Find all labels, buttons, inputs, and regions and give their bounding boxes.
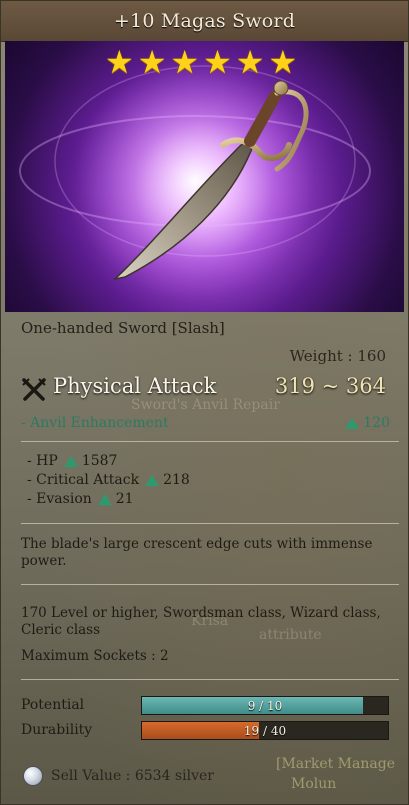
- item-artwork: ★ ★ ★ ★ ★ ★: [5, 41, 404, 312]
- physical-attack-label: Physical Attack: [53, 374, 217, 398]
- star-icon: ★: [105, 43, 134, 81]
- divider: [21, 523, 399, 524]
- sell-value-text: Sell Value : 6534 silver: [51, 768, 214, 784]
- physical-attack-value: 319 ~ 364: [274, 374, 386, 398]
- item-type: One-handed Sword [Slash]: [21, 319, 225, 337]
- silver-coin-icon: [23, 766, 43, 786]
- stat-value: 218: [163, 472, 190, 488]
- green-up-triangle-icon: [97, 493, 112, 505]
- sword-illustration: [19, 61, 371, 301]
- anvil-enhancement-label: - Anvil Enhancement: [21, 415, 169, 431]
- item-weight: Weight : 160: [289, 347, 386, 365]
- green-up-triangle-icon: [145, 474, 160, 486]
- background-molun-text: Molun: [291, 776, 337, 792]
- item-max-sockets: Maximum Sockets : 2: [21, 648, 169, 664]
- crossed-swords-icon: [22, 378, 46, 401]
- green-up-triangle-icon: [63, 455, 78, 467]
- potential-bar: 9 / 10: [141, 696, 389, 715]
- divider: [21, 584, 399, 585]
- stat-value: 21: [115, 491, 134, 507]
- background-anvil-repair-text: Sword's Anvil Repair: [131, 397, 280, 413]
- star-rating: ★ ★ ★ ★ ★ ★: [105, 45, 297, 79]
- star-icon: ★: [203, 43, 232, 81]
- star-icon: ★: [170, 43, 200, 81]
- star-icon: ★: [268, 43, 298, 81]
- stat-hp: - HP 1587: [27, 453, 117, 469]
- divider: [21, 441, 399, 442]
- stat-label: - Evasion: [27, 491, 92, 507]
- durability-bar: 19 / 40: [141, 721, 389, 740]
- green-up-triangle-icon: [345, 417, 360, 429]
- star-icon: ★: [235, 43, 265, 81]
- background-market-manager-text: [Market Manage: [276, 756, 395, 772]
- item-title: +10 Magas Sword: [113, 10, 296, 32]
- stat-label: - HP: [27, 453, 58, 469]
- title-bar: +10 Magas Sword: [1, 1, 408, 42]
- durability-value: 19 / 40: [243, 723, 287, 738]
- potential-label: Potential: [21, 697, 85, 713]
- stat-value: 1587: [81, 453, 118, 469]
- anvil-enhancement-value: 120: [345, 415, 390, 431]
- anvil-enhancement-number: 120: [363, 415, 390, 431]
- star-icon: ★: [137, 43, 167, 81]
- stat-evasion: - Evasion 21: [27, 491, 134, 507]
- potential-value: 9 / 10: [247, 698, 283, 713]
- durability-label: Durability: [21, 722, 93, 738]
- item-description: The blade's large crescent edge cuts wit…: [21, 536, 373, 569]
- stat-critical-attack: - Critical Attack 218: [27, 472, 190, 488]
- stat-label: - Critical Attack: [27, 472, 140, 488]
- sell-value: Sell Value : 6534 silver: [23, 766, 214, 786]
- item-tooltip: Sword's Anvil Repair Krisa attribute [Ma…: [0, 0, 409, 805]
- divider: [21, 679, 399, 680]
- item-requirements: 170 Level or higher, Swordsman class, Wi…: [21, 605, 381, 638]
